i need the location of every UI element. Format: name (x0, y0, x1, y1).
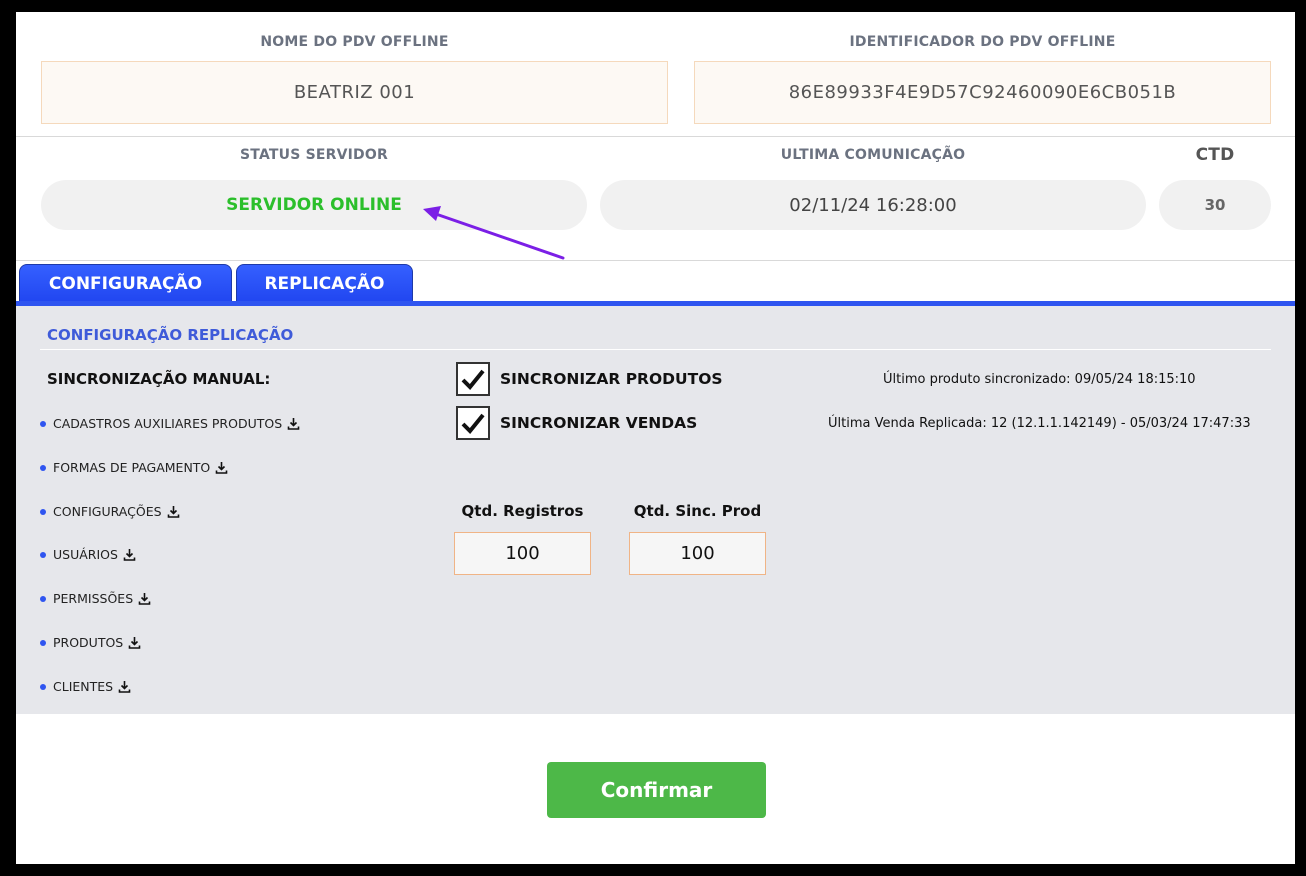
manual-sync-item-label: PRODUTOS (53, 635, 124, 650)
last-product-sync-info: Último produto sincronizado: 09/05/24 18… (883, 372, 1196, 387)
bullet (40, 683, 46, 690)
confirm-button[interactable]: Confirmar (547, 762, 766, 818)
bullet (40, 464, 46, 471)
bullet (40, 551, 46, 558)
last-communication-label: ULTIMA COMUNICAÇÃO (780, 147, 966, 163)
qtd-sinc-prod-input[interactable]: 100 (629, 532, 766, 575)
pdv-name-label: NOME DO PDV OFFLINE (260, 34, 449, 50)
manual-sync-item-formas-pagamento[interactable]: FORMAS DE PAGAMENTO (40, 460, 228, 475)
pdv-id-field[interactable]: 86E89933F4E9D57C92460090E6CB051B (694, 61, 1271, 124)
bullet (40, 508, 46, 515)
download-icon[interactable] (128, 636, 141, 649)
pdv-offline-window: NOME DO PDV OFFLINE BEATRIZ 001 IDENTIFI… (16, 12, 1295, 864)
download-icon[interactable] (287, 417, 300, 430)
download-icon[interactable] (138, 592, 151, 605)
download-icon[interactable] (167, 505, 180, 518)
download-icon[interactable] (118, 680, 131, 693)
manual-sync-item-produtos[interactable]: PRODUTOS (40, 635, 141, 650)
ctd-value: 30 (1159, 180, 1271, 230)
download-icon[interactable] (123, 548, 136, 561)
sync-products-label: SINCRONIZAR PRODUTOS (500, 370, 723, 388)
replication-panel: CONFIGURAÇÃO REPLICAÇÃO SINCRONIZAÇÃO MA… (16, 306, 1295, 714)
sync-products-checkbox[interactable] (456, 362, 490, 396)
bullet (40, 420, 46, 427)
checkmark-icon (461, 413, 485, 434)
last-communication-value: 02/11/24 16:28:00 (600, 180, 1146, 230)
manual-sync-item-clientes[interactable]: CLIENTES (40, 679, 131, 694)
bullet (40, 595, 46, 602)
manual-sync-item-label: FORMAS DE PAGAMENTO (53, 460, 211, 475)
tab-configuracao[interactable]: CONFIGURAÇÃO (19, 264, 232, 302)
server-status-label: STATUS SERVIDOR (240, 147, 388, 163)
manual-sync-item-label: CADASTROS AUXILIARES PRODUTOS (53, 416, 283, 431)
section-divider (40, 349, 1271, 350)
pdv-id-label: IDENTIFICADOR DO PDV OFFLINE (849, 34, 1116, 50)
annotation-arrow-icon (423, 206, 565, 260)
tab-replicacao[interactable]: REPLICAÇÃO (236, 264, 413, 302)
manual-sync-item-configuracoes[interactable]: CONFIGURAÇÕES (40, 504, 180, 519)
manual-sync-item-cadastros[interactable]: CADASTROS AUXILIARES PRODUTOS (40, 416, 300, 431)
last-sale-replicated-info: Última Venda Replicada: 12 (12.1.1.14214… (828, 416, 1251, 431)
bullet (40, 639, 46, 646)
manual-sync-title: SINCRONIZAÇÃO MANUAL: (47, 370, 271, 388)
manual-sync-item-label: CLIENTES (53, 679, 114, 694)
qtd-registros-input[interactable]: 100 (454, 532, 591, 575)
ctd-label: CTD (1195, 145, 1235, 165)
qtd-sinc-prod-label: Qtd. Sinc. Prod (633, 502, 762, 520)
manual-sync-item-label: PERMISSÕES (53, 591, 134, 606)
manual-sync-item-label: USUÁRIOS (53, 547, 118, 562)
qtd-registros-label: Qtd. Registros (461, 502, 584, 520)
manual-sync-item-permissoes[interactable]: PERMISSÕES (40, 591, 151, 606)
download-icon[interactable] (215, 461, 228, 474)
checkmark-icon (461, 369, 485, 390)
manual-sync-item-label: CONFIGURAÇÕES (53, 504, 162, 519)
pdv-name-field[interactable]: BEATRIZ 001 (41, 61, 668, 124)
manual-sync-item-usuarios[interactable]: USUÁRIOS (40, 547, 136, 562)
sync-sales-checkbox[interactable] (456, 406, 490, 440)
sync-sales-label: SINCRONIZAR VENDAS (500, 414, 698, 432)
divider (16, 136, 1295, 137)
section-title: CONFIGURAÇÃO REPLICAÇÃO (47, 326, 294, 344)
divider (16, 260, 1295, 261)
